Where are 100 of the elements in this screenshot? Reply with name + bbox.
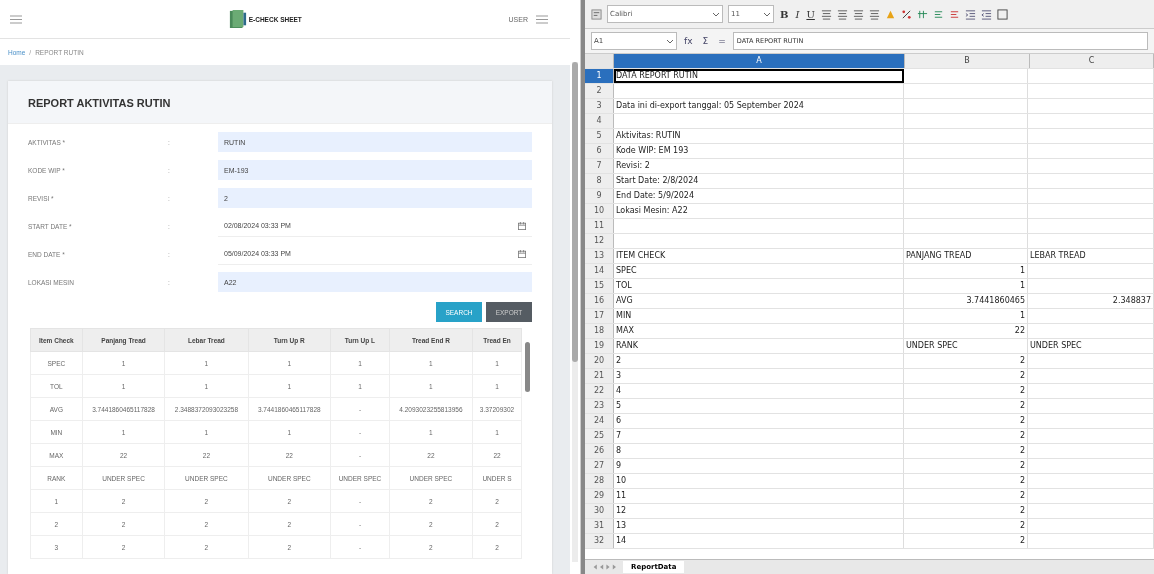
row-header[interactable]: 26 xyxy=(585,444,614,458)
row-header[interactable]: 29 xyxy=(585,489,614,503)
cell-text: RANK xyxy=(616,341,638,350)
cell-text: AVG xyxy=(616,296,633,305)
cell-text: 2 xyxy=(1019,491,1025,500)
column-header[interactable]: B xyxy=(905,54,1030,68)
delete-decimal-icon[interactable] xyxy=(948,8,960,20)
row-header[interactable]: 8 xyxy=(585,174,614,188)
cell-text: 11 xyxy=(616,491,627,500)
cell-text: PANJANG TREAD xyxy=(906,251,972,260)
row-header[interactable]: 3 xyxy=(585,99,614,113)
row-header[interactable]: 27 xyxy=(585,459,614,473)
cell-text: MIN xyxy=(616,311,632,320)
row-header[interactable]: 6 xyxy=(585,144,614,158)
cell-text: LEBAR TREAD xyxy=(1030,251,1086,260)
cell-text: 14 xyxy=(616,536,627,545)
row-header[interactable]: 9 xyxy=(585,189,614,203)
menu-icon[interactable] xyxy=(10,14,22,24)
row-header[interactable]: 19 xyxy=(585,339,614,353)
cell-text: MAX xyxy=(616,326,634,335)
row-header[interactable]: 31 xyxy=(585,519,614,533)
row-header[interactable]: 17 xyxy=(585,309,614,323)
cell-text: 2 xyxy=(1019,461,1025,470)
cell-text: SPEC xyxy=(616,266,637,275)
cell-text: Revisi: 2 xyxy=(616,161,650,170)
cell-text: 2 xyxy=(1019,536,1025,545)
percent-icon[interactable] xyxy=(900,8,912,20)
row-header[interactable]: 23 xyxy=(585,399,614,413)
border-icon[interactable] xyxy=(996,8,1008,20)
formula-tool-button[interactable]: fx xyxy=(681,36,696,46)
cell-text: 2 xyxy=(1019,431,1025,440)
card-title: REPORT AKTIVITAS RUTIN xyxy=(28,97,171,109)
formula-tool-button[interactable]: = xyxy=(715,36,729,46)
format-button[interactable]: U xyxy=(805,8,816,20)
cell-text: 5 xyxy=(616,401,622,410)
row-header[interactable]: 18 xyxy=(585,324,614,338)
cell-text: ITEM CHECK xyxy=(616,251,666,260)
row-header[interactable]: 21 xyxy=(585,369,614,383)
align-icon[interactable] xyxy=(852,8,864,20)
cell-text: Start Date: 2/8/2024 xyxy=(616,176,699,185)
row-header[interactable]: 2 xyxy=(585,84,614,98)
selected-cell[interactable]: DATA REPORT RUTIN xyxy=(614,69,904,83)
cell-text: 2 xyxy=(1019,371,1025,380)
cell-text: 2.348837 xyxy=(1112,296,1151,305)
caret-icon[interactable] xyxy=(666,37,674,45)
row-header[interactable]: 32 xyxy=(585,534,614,548)
cell-text: Kode WIP: EM 193 xyxy=(616,146,689,155)
align-icon[interactable] xyxy=(820,8,832,20)
caret-icon[interactable] xyxy=(763,10,771,18)
row-header[interactable]: 24 xyxy=(585,414,614,428)
row-header[interactable]: 16 xyxy=(585,294,614,308)
styles-icon[interactable] xyxy=(591,8,602,20)
cell-text: 9 xyxy=(616,461,622,470)
row-header[interactable]: 15 xyxy=(585,279,614,293)
cell-text: TOL xyxy=(616,281,632,290)
align-icon[interactable] xyxy=(868,8,880,20)
row-header[interactable]: 14 xyxy=(585,264,614,278)
row-header[interactable]: 25 xyxy=(585,429,614,443)
cell-text: Aktivitas: RUTIN xyxy=(616,131,681,140)
cell-text: 2 xyxy=(1019,356,1025,365)
calendar-icon[interactable] xyxy=(518,221,526,230)
scrollbar[interactable] xyxy=(525,342,530,392)
row-header[interactable]: 11 xyxy=(585,219,614,233)
row-header[interactable]: 28 xyxy=(585,474,614,488)
row-header[interactable]: 1 xyxy=(585,69,614,83)
row-header[interactable]: 12 xyxy=(585,234,614,248)
row-header[interactable]: 4 xyxy=(585,114,614,128)
cell-text: 2 xyxy=(1019,386,1025,395)
cell-text: 8 xyxy=(616,446,622,455)
caret-icon[interactable] xyxy=(712,10,720,18)
menu-icon[interactable] xyxy=(536,14,548,24)
row-header[interactable]: 20 xyxy=(585,354,614,368)
format-button[interactable]: B xyxy=(779,8,790,20)
row-header[interactable]: 22 xyxy=(585,384,614,398)
row-header[interactable]: 13 xyxy=(585,249,614,263)
formula-tool-button[interactable]: Σ xyxy=(699,36,712,46)
decimal-icon[interactable] xyxy=(932,8,944,20)
row-header[interactable]: 7 xyxy=(585,159,614,173)
row-header[interactable]: 10 xyxy=(585,204,614,218)
cell-text: 2 xyxy=(616,356,622,365)
cell-text: 2 xyxy=(1019,401,1025,410)
row-header[interactable]: 30 xyxy=(585,504,614,518)
cell-text: 3 xyxy=(616,371,622,380)
format-button[interactable]: I xyxy=(794,8,801,20)
calendar-icon[interactable] xyxy=(518,249,526,258)
cell-text: 1 xyxy=(1019,311,1025,320)
cell-text: 2 xyxy=(1019,416,1025,425)
number-format-icon[interactable] xyxy=(916,8,928,20)
column-header[interactable]: C xyxy=(1030,54,1154,68)
row-header[interactable]: 5 xyxy=(585,129,614,143)
indent-icon[interactable] xyxy=(964,8,976,20)
scrollbar[interactable] xyxy=(572,62,578,562)
cell-text: 2 xyxy=(1019,446,1025,455)
cell-text: 10 xyxy=(616,476,627,485)
outdent-icon[interactable] xyxy=(980,8,992,20)
cell-text: 2 xyxy=(1019,521,1025,530)
align-icon[interactable] xyxy=(836,8,848,20)
cell-text: 12 xyxy=(616,506,627,515)
column-header[interactable]: A xyxy=(614,54,905,68)
cell-text: 2 xyxy=(1019,476,1025,485)
